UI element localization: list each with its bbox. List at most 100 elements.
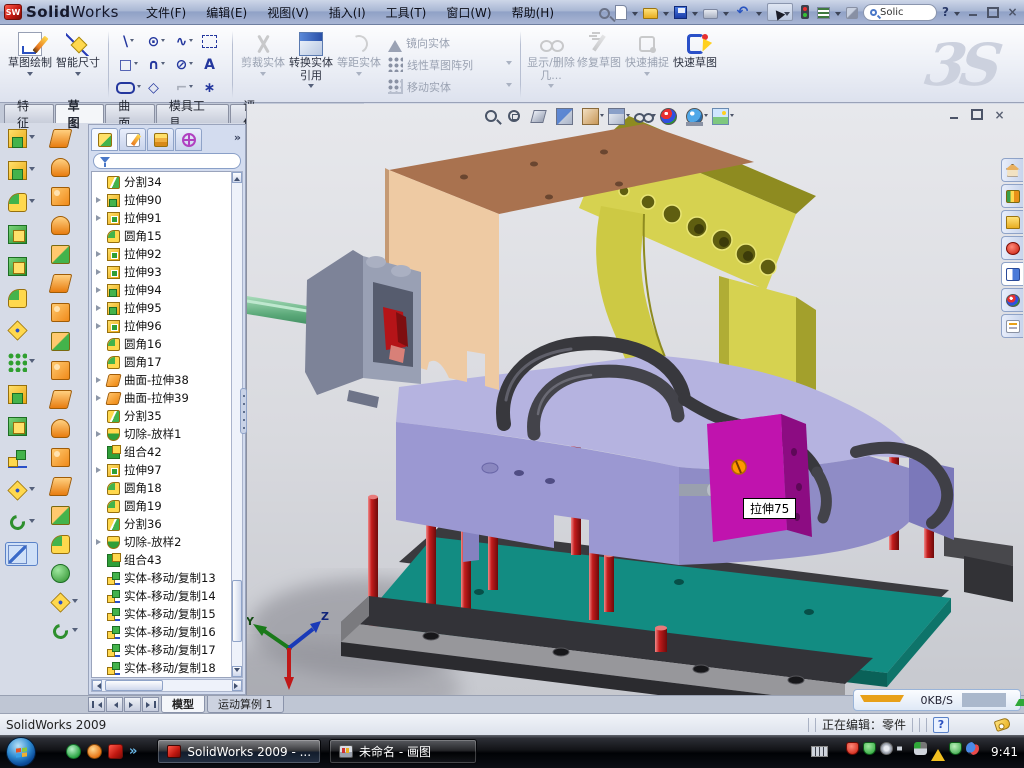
tray-wireless-warning-icon[interactable] — [931, 742, 945, 761]
options-icon[interactable] — [817, 7, 830, 19]
first-tab-button[interactable] — [88, 697, 105, 712]
tray-antivirus-icon[interactable] — [863, 742, 876, 755]
tab-mold-tools[interactable]: 模具工具 — [156, 104, 229, 123]
linear-pattern-icon[interactable] — [8, 350, 35, 374]
line-tool[interactable]: \ — [115, 31, 142, 53]
solidworks-quicklaunch-icon[interactable] — [108, 744, 123, 759]
tree-item[interactable]: 拉伸93 — [92, 263, 232, 281]
scroll-thumb[interactable] — [105, 680, 163, 691]
corner-rectangle-tool[interactable]: □ — [115, 54, 142, 76]
expander-icon[interactable] — [96, 467, 104, 473]
tray-sync-icon[interactable] — [966, 742, 979, 755]
offset-surface-icon[interactable] — [51, 300, 78, 324]
menu-item[interactable]: 插入(I) — [320, 1, 375, 24]
last-tab-button[interactable] — [142, 697, 159, 712]
rib-icon[interactable] — [8, 382, 35, 406]
spline-tool[interactable]: ∿ — [171, 31, 198, 53]
motion-study-1-tab[interactable]: 运动算例 1 — [207, 696, 284, 713]
menu-item[interactable]: 工具(T) — [377, 1, 436, 24]
revolved-boss-icon[interactable] — [8, 158, 35, 182]
straight-slot-tool[interactable] — [115, 77, 142, 99]
selection-box-tool[interactable] — [199, 31, 226, 53]
section-view-icon[interactable] — [556, 108, 578, 125]
expander-icon[interactable] — [96, 197, 104, 203]
instant3d-icon[interactable] — [5, 542, 38, 566]
save-icon[interactable] — [674, 6, 687, 19]
quick-launch-chevron[interactable]: » — [129, 744, 137, 759]
undo-caret-icon[interactable] — [756, 12, 762, 19]
zoom-to-area-icon[interactable] — [507, 109, 526, 123]
expander-icon[interactable] — [96, 431, 104, 437]
dropdown-caret[interactable] — [75, 72, 81, 79]
custom-properties-tab[interactable] — [1001, 314, 1023, 338]
sketch-button[interactable]: 草图绘制 — [6, 29, 54, 100]
scroll-left-button[interactable] — [92, 680, 102, 691]
extend-surface-icon[interactable] — [51, 387, 78, 411]
tree-item[interactable]: 圆角17 — [92, 353, 232, 371]
revolved-surface-icon[interactable] — [51, 155, 78, 179]
dimxpertmanager-tab[interactable] — [175, 128, 202, 151]
search-box[interactable]: Solic — [863, 4, 937, 21]
messenger-quicklaunch-icon[interactable] — [66, 744, 81, 759]
view-orientation-icon[interactable] — [582, 108, 604, 125]
scroll-thumb[interactable] — [232, 580, 242, 642]
reference-point-icon[interactable] — [8, 478, 35, 502]
rapid-sketch-button[interactable]: 快速草图 — [671, 29, 719, 100]
tree-item[interactable]: 组合42 — [92, 443, 232, 461]
tag-icon[interactable] — [994, 717, 1012, 732]
mirror-entities-button[interactable]: 镜向实体 — [386, 33, 514, 53]
quick-tips-button[interactable]: ? — [933, 717, 949, 733]
boundary-surface-icon[interactable] — [51, 213, 78, 237]
display-style-icon[interactable] — [608, 108, 630, 125]
draft-icon[interactable] — [8, 286, 35, 310]
polygon-tool[interactable]: ◇ — [143, 77, 170, 99]
sketch-text-tool[interactable]: A — [199, 54, 226, 76]
tree-item[interactable]: 实体-移动/复制14 — [92, 587, 232, 605]
tray-volume-icon[interactable] — [897, 742, 910, 755]
task-paint[interactable]: 未命名 - 画图 — [329, 739, 477, 764]
short-pin[interactable] — [655, 626, 667, 653]
menu-item[interactable]: 帮助(H) — [503, 1, 563, 24]
tree-item[interactable]: 切除-放样1 — [92, 425, 232, 443]
dropdown-caret[interactable] — [29, 519, 35, 526]
design-library-tab[interactable] — [1001, 184, 1023, 208]
dropdown-caret[interactable] — [27, 72, 33, 79]
tray-update-icon[interactable] — [880, 742, 893, 755]
dropdown-caret[interactable] — [161, 62, 165, 67]
tab-surfaces[interactable]: 曲面 — [105, 104, 155, 123]
tree-filter-input[interactable] — [93, 153, 241, 169]
delete-face-icon[interactable] — [51, 503, 78, 527]
fillet-icon[interactable] — [8, 190, 35, 214]
panel-chevron-icon[interactable]: » — [234, 131, 241, 144]
tree-item[interactable]: 曲面-拉伸39 — [92, 389, 232, 407]
tree-item[interactable]: 圆角15 — [92, 227, 232, 245]
solidworks-resources-tab[interactable] — [1001, 158, 1023, 182]
help-caret-icon[interactable] — [954, 12, 960, 19]
dropdown-caret[interactable] — [161, 39, 165, 44]
new-caret-icon[interactable] — [632, 12, 638, 19]
swept-surface-icon[interactable] — [51, 126, 78, 150]
dropdown-caret[interactable] — [548, 84, 554, 91]
scroll-down-button[interactable] — [232, 666, 242, 677]
dropdown-caret[interactable] — [260, 72, 266, 79]
restore-button[interactable] — [985, 6, 1000, 19]
untrim-surface-icon[interactable] — [51, 445, 78, 469]
propertymanager-tab[interactable] — [119, 128, 146, 151]
menu-item[interactable]: 文件(F) — [137, 1, 195, 24]
sketch-fillet-tool[interactable]: ⌐ — [171, 77, 198, 99]
tree-item[interactable]: 分割36 — [92, 515, 232, 533]
tree-item[interactable]: 拉伸90 — [92, 191, 232, 209]
new-document-icon[interactable] — [615, 5, 627, 20]
doc-close-button[interactable]: × — [992, 108, 1007, 121]
repair-sketch-button[interactable]: 修复草图 — [575, 29, 623, 100]
options-caret-icon[interactable] — [835, 12, 841, 19]
tree-item[interactable]: 分割34 — [92, 173, 232, 191]
doc-restore-button[interactable] — [969, 108, 984, 121]
launcher-quicklaunch-icon[interactable] — [87, 744, 102, 759]
tree-item[interactable]: 拉伸94 — [92, 281, 232, 299]
dropdown-caret[interactable] — [29, 199, 35, 206]
tree-item[interactable]: 圆角18 — [92, 479, 232, 497]
tray-defender-icon[interactable] — [949, 742, 962, 755]
minimize-button[interactable] — [965, 6, 980, 19]
quick-snaps-button[interactable]: 快速捕捉 — [623, 29, 671, 100]
